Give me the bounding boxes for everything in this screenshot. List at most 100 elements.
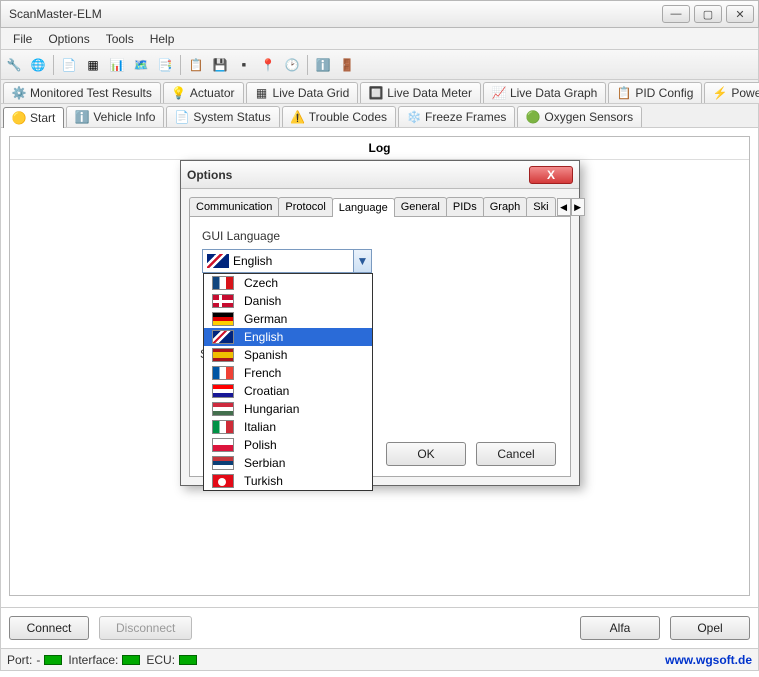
- actuator-icon: 💡: [172, 86, 186, 100]
- options-dialog: Options X Communication Protocol Languag…: [180, 160, 580, 486]
- menu-help[interactable]: Help: [142, 30, 183, 48]
- tab-live-data-meter[interactable]: 🔲Live Data Meter: [360, 82, 481, 103]
- log-label: Log: [10, 137, 749, 160]
- language-option-french[interactable]: French: [204, 364, 372, 382]
- statusbar: Port:- Interface: ECU: www.wgsoft.de: [0, 649, 759, 671]
- grid-icon: ▦: [255, 86, 269, 100]
- flag-cz-icon: [212, 276, 234, 290]
- dialog-close-button[interactable]: X: [529, 166, 573, 184]
- tab-live-data-grid[interactable]: ▦Live Data Grid: [246, 82, 359, 103]
- titlebar: ScanMaster-ELM — ▢ ✕: [0, 0, 759, 28]
- dialog-tab-protocol[interactable]: Protocol: [278, 197, 332, 216]
- tool-settings-icon[interactable]: 🔧: [3, 54, 25, 76]
- tab-vehicle-info[interactable]: ℹ️Vehicle Info: [66, 106, 164, 127]
- alfa-button[interactable]: Alfa: [580, 616, 660, 640]
- flag-hr-icon: [212, 384, 234, 398]
- website-link[interactable]: www.wgsoft.de: [665, 653, 752, 667]
- maximize-button[interactable]: ▢: [694, 5, 722, 23]
- language-option-german[interactable]: German: [204, 310, 372, 328]
- dialog-page-language: GUI Language English ▼ CzechDanishGerman…: [189, 217, 571, 477]
- tabstrip-upper: ⚙️Monitored Test Results 💡Actuator ▦Live…: [0, 80, 759, 104]
- tool-globe-icon[interactable]: 🌐: [27, 54, 49, 76]
- opel-button[interactable]: Opel: [670, 616, 750, 640]
- language-selected: English: [233, 254, 353, 268]
- tab-oxygen-sensors[interactable]: 🟢Oxygen Sensors: [517, 106, 642, 127]
- tab-scroll-right[interactable]: ▶: [571, 198, 585, 216]
- tool-info-icon[interactable]: ℹ️: [312, 54, 334, 76]
- flag-uk-icon: [212, 330, 234, 344]
- language-option-hungarian[interactable]: Hungarian: [204, 400, 372, 418]
- toolbar: 🔧 🌐 📄 ▦ 📊 🗺️ 📑 📋 💾 ▪️ 📍 🕑 ℹ️ 🚪: [0, 50, 759, 80]
- dialog-tab-graph[interactable]: Graph: [483, 197, 528, 216]
- tool-data-icon[interactable]: 📑: [154, 54, 176, 76]
- tab-trouble-codes[interactable]: ⚠️Trouble Codes: [282, 106, 396, 127]
- tab-scroll-left[interactable]: ◀: [557, 198, 571, 216]
- language-option-danish[interactable]: Danish: [204, 292, 372, 310]
- tool-grid-icon[interactable]: ▦: [82, 54, 104, 76]
- dialog-tab-ski[interactable]: Ski: [526, 197, 555, 216]
- menu-file[interactable]: File: [5, 30, 40, 48]
- dialog-tab-language[interactable]: Language: [332, 198, 395, 217]
- menubar: File Options Tools Help: [0, 28, 759, 50]
- language-dropdown: CzechDanishGermanEnglishSpanishFrenchCro…: [203, 273, 373, 491]
- language-option-italian[interactable]: Italian: [204, 418, 372, 436]
- tab-actuator[interactable]: 💡Actuator: [163, 82, 244, 103]
- power-icon: ⚡: [713, 86, 727, 100]
- language-option-czech[interactable]: Czech: [204, 274, 372, 292]
- gui-language-label: GUI Language: [202, 229, 558, 243]
- tabstrip-lower: 🟡Start ℹ️Vehicle Info 📄System Status ⚠️T…: [0, 104, 759, 128]
- close-button[interactable]: ✕: [726, 5, 754, 23]
- tool-copy-icon[interactable]: 📋: [185, 54, 207, 76]
- flag-pl-icon: [212, 438, 234, 452]
- tab-start[interactable]: 🟡Start: [3, 107, 64, 128]
- dropdown-arrow-icon[interactable]: ▼: [353, 250, 371, 272]
- tab-pid-config[interactable]: 📋PID Config: [608, 82, 702, 103]
- window-title: ScanMaster-ELM: [9, 7, 662, 21]
- flag-rs-icon: [212, 456, 234, 470]
- iface-indicator-icon: [122, 655, 140, 665]
- language-option-serbian[interactable]: Serbian: [204, 454, 372, 472]
- menu-options[interactable]: Options: [40, 30, 97, 48]
- dialog-tab-communication[interactable]: Communication: [189, 197, 279, 216]
- dialog-tabs: Communication Protocol Language General …: [189, 197, 571, 217]
- tool-clock-icon[interactable]: 🕑: [281, 54, 303, 76]
- dialog-tab-general[interactable]: General: [394, 197, 447, 216]
- dialog-tab-pids[interactable]: PIDs: [446, 197, 484, 216]
- meter-icon: 🔲: [369, 86, 383, 100]
- minimize-button[interactable]: —: [662, 5, 690, 23]
- tool-map-icon[interactable]: 🗺️: [130, 54, 152, 76]
- language-option-spanish[interactable]: Spanish: [204, 346, 372, 364]
- tab-freeze-frames[interactable]: ❄️Freeze Frames: [398, 106, 515, 127]
- language-option-polish[interactable]: Polish: [204, 436, 372, 454]
- status-port: Port:-: [7, 653, 62, 667]
- o2-icon: 🟢: [526, 110, 540, 124]
- tool-exit-icon[interactable]: 🚪: [336, 54, 358, 76]
- flag-uk-icon: [207, 254, 229, 268]
- flag-tr-icon: [212, 474, 234, 488]
- ok-button[interactable]: OK: [386, 442, 466, 466]
- flag-de-icon: [212, 312, 234, 326]
- disconnect-button: Disconnect: [99, 616, 192, 640]
- dialog-titlebar: Options X: [181, 161, 579, 189]
- language-option-english[interactable]: English: [204, 328, 372, 346]
- tab-live-data-graph[interactable]: 📈Live Data Graph: [483, 82, 606, 103]
- tab-monitored-test-results[interactable]: ⚙️Monitored Test Results: [3, 82, 161, 103]
- tool-terminal-icon[interactable]: ▪️: [233, 54, 255, 76]
- menu-tools[interactable]: Tools: [98, 30, 142, 48]
- connect-button[interactable]: Connect: [9, 616, 89, 640]
- tool-probe-icon[interactable]: 📍: [257, 54, 279, 76]
- tool-doc-icon[interactable]: 📄: [58, 54, 80, 76]
- freeze-icon: ❄️: [407, 110, 421, 124]
- dialog-title: Options: [187, 168, 529, 182]
- tab-system-status[interactable]: 📄System Status: [166, 106, 279, 127]
- tool-chart-icon[interactable]: 📊: [106, 54, 128, 76]
- language-option-turkish[interactable]: Turkish: [204, 472, 372, 490]
- cancel-button[interactable]: Cancel: [476, 442, 556, 466]
- ecu-indicator-icon: [179, 655, 197, 665]
- language-combo[interactable]: English ▼ CzechDanishGermanEnglishSpanis…: [202, 249, 372, 273]
- tool-save-icon[interactable]: 💾: [209, 54, 231, 76]
- status-icon: 📄: [175, 110, 189, 124]
- language-option-croatian[interactable]: Croatian: [204, 382, 372, 400]
- flag-es-icon: [212, 348, 234, 362]
- tab-power[interactable]: ⚡Power: [704, 82, 759, 103]
